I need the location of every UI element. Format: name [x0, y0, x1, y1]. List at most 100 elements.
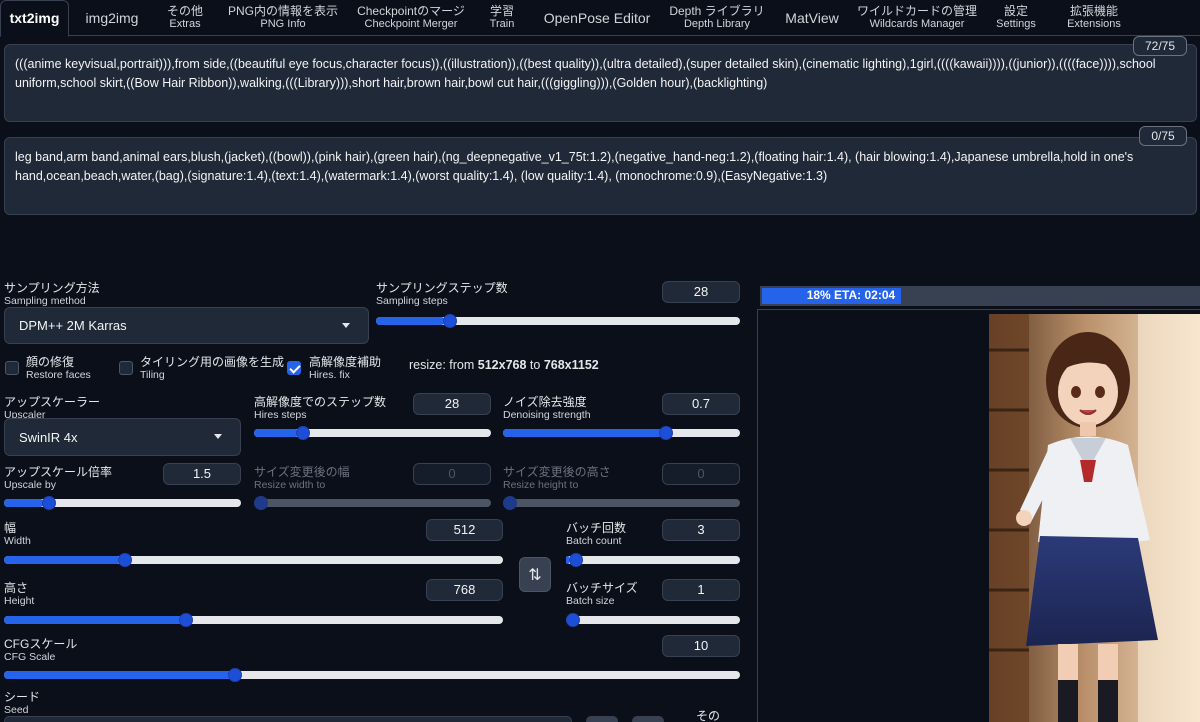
- tab-label: その他: [166, 4, 203, 18]
- hires-steps-slider[interactable]: [254, 426, 491, 440]
- tab-label: 設定: [1003, 4, 1028, 18]
- batch-count-input[interactable]: 3: [662, 519, 740, 541]
- width-slider[interactable]: [4, 553, 503, 567]
- tiling-label: タイリング用の画像を生成 Tiling: [140, 355, 285, 382]
- width-label: 幅 Width: [4, 521, 31, 548]
- sampling-method-dropdown[interactable]: DPM++ 2M Karras: [4, 307, 369, 344]
- sampling-method-value: DPM++ 2M Karras: [19, 318, 127, 333]
- denoising-strength-slider[interactable]: [503, 426, 740, 440]
- tab-checkpoint-merger[interactable]: Checkpointのマージ Checkpoint Merger: [354, 0, 468, 36]
- tab-sublabel: Depth Library: [683, 18, 751, 30]
- hires-steps-label: 高解像度でのステップ数 Hires steps: [254, 395, 387, 422]
- tab-extensions[interactable]: 拡張機能 Extensions: [1056, 0, 1132, 36]
- slider-thumb[interactable]: [569, 553, 584, 567]
- tab-label: img2img: [85, 9, 139, 26]
- tab-sublabel: Train: [489, 18, 515, 30]
- negative-prompt-token-counter: 0/75: [1139, 126, 1187, 146]
- tab-label: MatView: [785, 9, 839, 26]
- tab-sublabel: Extensions: [1067, 18, 1121, 30]
- denoising-strength-input[interactable]: 0.7: [662, 393, 740, 415]
- batch-size-label: バッチサイズ Batch size: [566, 581, 638, 608]
- negative-prompt-text: leg band,arm band,animal ears,blush,(jac…: [15, 150, 1134, 183]
- tiling-checkbox[interactable]: [119, 361, 133, 375]
- tab-sublabel: Extras: [169, 18, 201, 30]
- upscaler-value: SwinIR 4x: [19, 429, 78, 445]
- tab-matview[interactable]: MatView: [776, 0, 848, 36]
- sampling-steps-input[interactable]: 28: [662, 281, 740, 303]
- tab-label: 拡張機能: [1069, 4, 1118, 18]
- tab-extras[interactable]: その他 Extras: [157, 0, 213, 36]
- width-input[interactable]: 512: [426, 519, 503, 541]
- tab-png-info[interactable]: PNG内の情報を表示 PNG Info: [222, 0, 344, 36]
- resize-info: resize: from 512x768 to 768x1152: [409, 358, 599, 372]
- image-preview-panel: [757, 309, 1200, 722]
- resize-height-slider[interactable]: [503, 496, 740, 510]
- hires-fix-checkbox[interactable]: [287, 361, 301, 375]
- seed-input[interactable]: [4, 716, 572, 722]
- batch-size-input[interactable]: 1: [662, 579, 740, 601]
- height-input[interactable]: 768: [426, 579, 503, 601]
- resize-width-input[interactable]: 0: [413, 463, 491, 485]
- upscale-by-input[interactable]: 1.5: [163, 463, 241, 485]
- tab-depth-library[interactable]: Depth ライブラリ Depth Library: [668, 0, 766, 36]
- tab-settings[interactable]: 設定 Settings: [986, 0, 1046, 36]
- denoising-strength-label: ノイズ除去強度 Denoising strength: [503, 395, 591, 422]
- seed-label: シード Seed: [4, 690, 41, 717]
- restore-faces-checkbox[interactable]: [5, 361, 19, 375]
- prompt-text: (((anime keyvisual,portrait))),from side…: [15, 57, 1156, 90]
- sampling-method-label: サンプリング方法 Sampling method: [4, 281, 100, 308]
- progress-text: 18% ETA: 02:04: [806, 288, 896, 302]
- batch-size-slider[interactable]: [566, 613, 740, 627]
- sampling-steps-label: サンプリングステップ数 Sampling steps: [376, 281, 508, 308]
- slider-thumb[interactable]: [503, 496, 517, 510]
- tab-img2img[interactable]: img2img: [72, 0, 152, 36]
- tab-sublabel: Settings: [996, 18, 1036, 30]
- reuse-seed-button[interactable]: [632, 716, 664, 722]
- sampling-steps-slider[interactable]: [376, 314, 740, 328]
- slider-thumb[interactable]: [254, 496, 268, 510]
- tab-label: ワイルドカードの管理: [857, 4, 978, 18]
- resize-height-input[interactable]: 0: [662, 463, 740, 485]
- tab-txt2img[interactable]: txt2img: [0, 0, 69, 37]
- height-label: 高さ Height: [4, 581, 35, 608]
- slider-thumb[interactable]: [296, 426, 311, 440]
- progress-fill: 18% ETA: 02:04: [762, 288, 902, 304]
- height-slider[interactable]: [4, 613, 503, 627]
- tab-label: txt2img: [9, 10, 60, 26]
- cfg-scale-input[interactable]: 10: [662, 635, 740, 657]
- tab-train[interactable]: 学習 Train: [478, 0, 526, 36]
- resize-width-label: サイズ変更後の幅 Resize width to: [254, 465, 350, 492]
- tab-label: OpenPose Editor: [543, 9, 651, 26]
- tab-bar: txt2img img2img その他 Extras PNG内の情報を表示 PNG …: [0, 0, 1200, 37]
- tab-label: PNG内の情報を表示: [227, 4, 338, 18]
- slider-thumb[interactable]: [117, 553, 132, 567]
- chevron-down-icon: [214, 434, 222, 439]
- prompt-textarea[interactable]: (((anime keyvisual,portrait))),from side…: [4, 44, 1197, 122]
- random-seed-button[interactable]: [586, 716, 618, 722]
- slider-thumb[interactable]: [178, 613, 193, 627]
- hires-steps-input[interactable]: 28: [413, 393, 491, 415]
- negative-prompt-textarea[interactable]: leg band,arm band,animal ears,blush,(jac…: [4, 137, 1197, 215]
- extra-seed-label: その: [696, 709, 721, 722]
- batch-count-slider[interactable]: [566, 553, 740, 567]
- chevron-down-icon: [342, 322, 350, 328]
- slider-thumb[interactable]: [227, 668, 242, 682]
- upscaler-dropdown[interactable]: SwinIR 4x: [4, 418, 241, 456]
- upscale-by-slider[interactable]: [4, 496, 241, 510]
- tab-sublabel: Wildcards Manager: [869, 18, 965, 30]
- tab-wildcards-manager[interactable]: ワイルドカードの管理 Wildcards Manager: [857, 0, 978, 36]
- generated-image-preview: [989, 314, 1200, 722]
- restore-faces-label: 顔の修復 Restore faces: [26, 355, 91, 382]
- resize-width-slider[interactable]: [254, 496, 491, 510]
- swap-vertical-icon: ⇅: [528, 566, 542, 584]
- slider-thumb[interactable]: [659, 426, 674, 440]
- cfg-scale-slider[interactable]: [4, 668, 740, 682]
- slider-thumb[interactable]: [442, 314, 457, 328]
- slider-thumb[interactable]: [566, 613, 580, 627]
- cfg-scale-label: CFGスケール CFG Scale: [4, 637, 78, 664]
- swap-dimensions-button[interactable]: ⇅: [519, 557, 551, 592]
- tab-openpose-editor[interactable]: OpenPose Editor: [536, 0, 658, 36]
- batch-count-label: バッチ回数 Batch count: [566, 521, 627, 548]
- slider-thumb[interactable]: [41, 496, 56, 510]
- tab-label: Checkpointのマージ: [357, 4, 465, 18]
